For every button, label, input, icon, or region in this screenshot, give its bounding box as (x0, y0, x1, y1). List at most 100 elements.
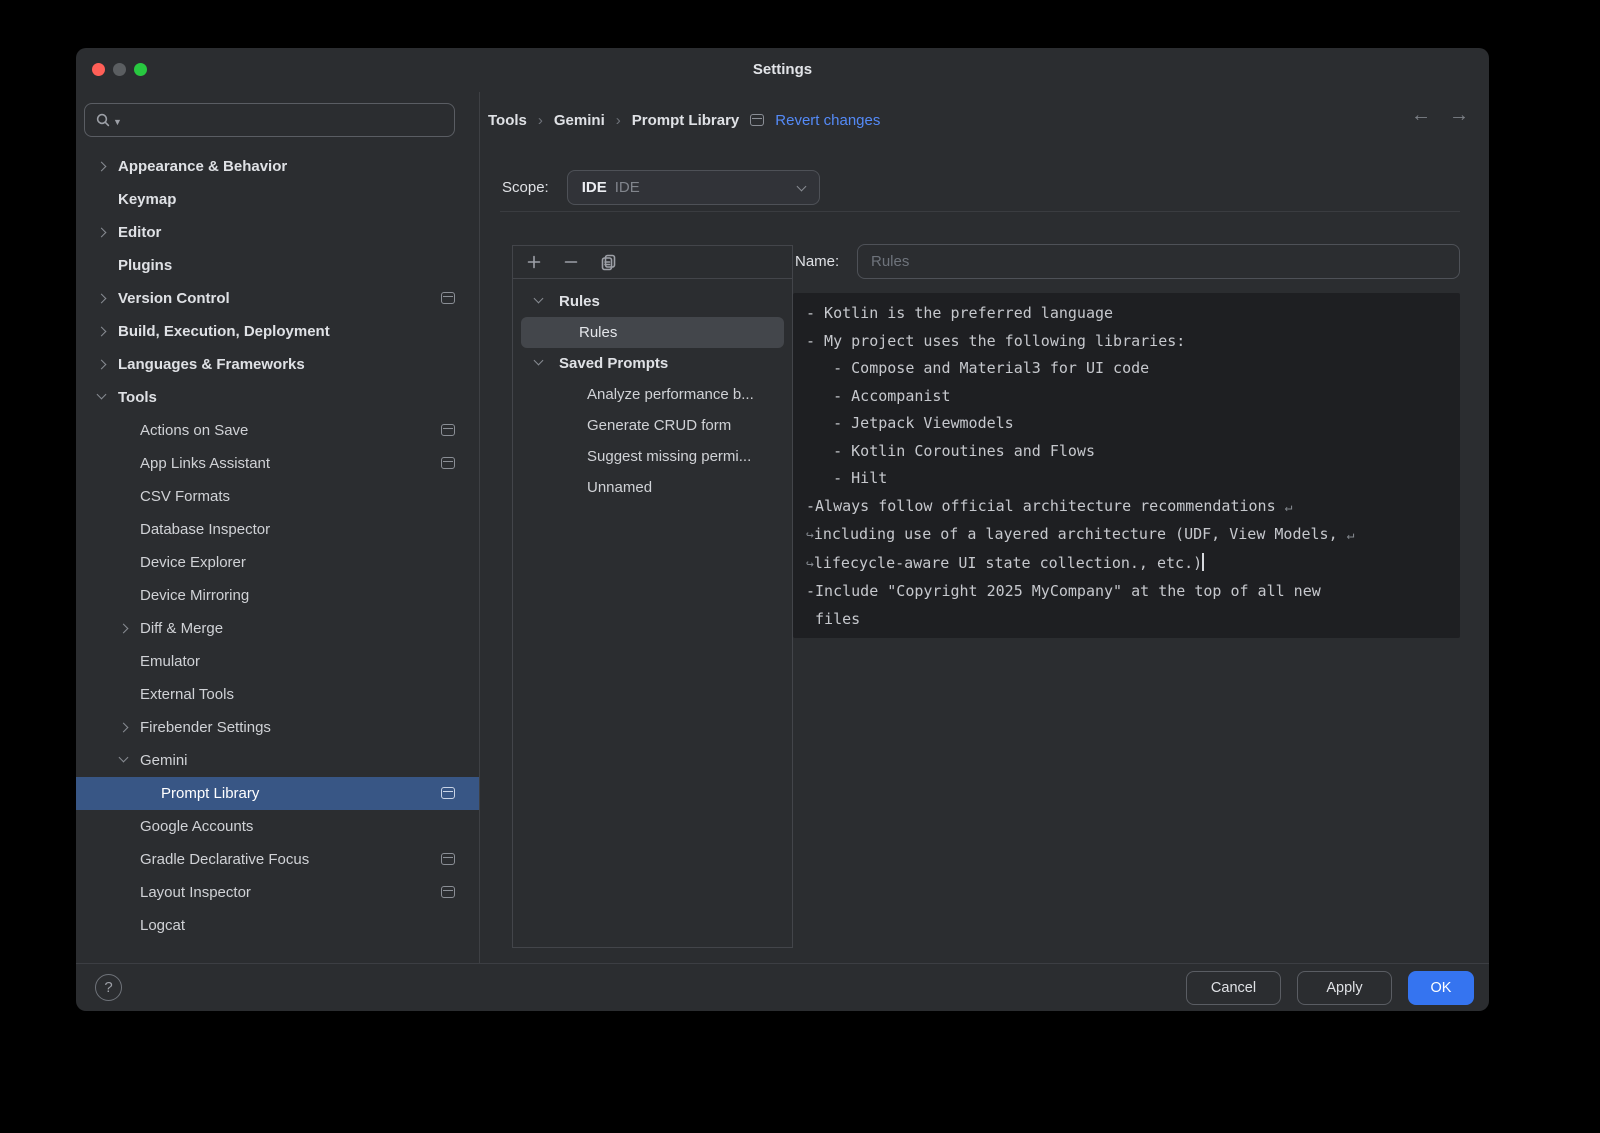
prompt-item-unnamed[interactable]: Unnamed (513, 472, 792, 503)
prompt-item-label: Analyze performance b... (587, 386, 754, 403)
sidebar-item-keymap[interactable]: Keymap (76, 183, 479, 216)
editor-line: - Compose and Material3 for UI code (806, 355, 1447, 383)
sidebar-item-build-execution-deployment[interactable]: Build, Execution, Deployment (76, 315, 479, 348)
breadcrumb-gemini[interactable]: Gemini (554, 112, 605, 129)
soft-wrap-icon: ↪ (806, 528, 814, 543)
soft-wrap-icon: ↵ (1285, 500, 1293, 515)
sidebar-divider (479, 92, 480, 963)
sidebar-item-device-explorer[interactable]: Device Explorer (76, 546, 479, 579)
editor-line: - My project uses the following librarie… (806, 328, 1447, 356)
sidebar-item-label: Languages & Frameworks (118, 356, 305, 373)
scope-dropdown[interactable]: IDE IDE (567, 170, 820, 205)
ok-button[interactable]: OK (1408, 971, 1474, 1005)
titlebar: Settings (76, 48, 1489, 92)
copy-icon (600, 254, 617, 271)
back-arrow-icon[interactable]: ← (1411, 104, 1431, 127)
group-label: Rules (559, 293, 600, 310)
search-field[interactable]: ▼ (84, 103, 455, 137)
minimize-button[interactable] (113, 63, 126, 76)
sidebar-item-label: CSV Formats (140, 488, 230, 505)
cancel-button[interactable]: Cancel (1186, 971, 1281, 1005)
sidebar-item-csv-formats[interactable]: CSV Formats (76, 480, 479, 513)
sidebar-item-label: Device Explorer (140, 554, 246, 571)
prompt-item-analyze-performance[interactable]: Analyze performance b... (513, 379, 792, 410)
prompt-item-rules[interactable]: Rules (521, 317, 784, 348)
prompt-item-label: Rules (579, 324, 617, 341)
editor-line: - Kotlin is the preferred language (806, 300, 1447, 328)
editor-line: - Accompanist (806, 383, 1447, 411)
sidebar-item-label: Emulator (140, 653, 200, 670)
editor-line: ↪including use of a layered architecture… (806, 521, 1447, 550)
sidebar-item-version-control[interactable]: Version Control (76, 282, 479, 315)
sidebar-item-logcat[interactable]: Logcat (76, 909, 479, 942)
breadcrumb: Tools › Gemini › Prompt Library Revert c… (488, 104, 880, 136)
apply-button[interactable]: Apply (1297, 971, 1392, 1005)
add-button[interactable] (526, 254, 542, 270)
forward-arrow-icon[interactable]: → (1449, 104, 1469, 127)
dialog-footer: ? Cancel Apply OK (76, 963, 1489, 1011)
sidebar-item-appearance-behavior[interactable]: Appearance & Behavior (76, 150, 479, 183)
sidebar-item-editor[interactable]: Editor (76, 216, 479, 249)
prompt-item-label: Generate CRUD form (587, 417, 731, 434)
editor-line: ↪lifecycle-aware UI state collection., e… (806, 550, 1447, 579)
editor-line: -Include "Copyright 2025 MyCompany" at t… (806, 578, 1447, 606)
prompt-item-suggest-missing-permissions[interactable]: Suggest missing permi... (513, 441, 792, 472)
sidebar-item-firebender-settings[interactable]: Firebender Settings (76, 711, 479, 744)
sidebar-item-label: Google Accounts (140, 818, 253, 835)
window-title: Settings (76, 48, 1489, 92)
editor-line: - Kotlin Coroutines and Flows (806, 438, 1447, 466)
sidebar-item-database-inspector[interactable]: Database Inspector (76, 513, 479, 546)
search-history-chevron-icon[interactable]: ▼ (113, 117, 122, 127)
search-input[interactable] (130, 112, 444, 129)
sidebar-item-device-mirroring[interactable]: Device Mirroring (76, 579, 479, 612)
sidebar-item-label: Gemini (140, 752, 188, 769)
sidebar-item-external-tools[interactable]: External Tools (76, 678, 479, 711)
editor-line: files (806, 606, 1447, 634)
sidebar-item-gemini[interactable]: Gemini (76, 744, 479, 777)
sidebar-item-app-links-assistant[interactable]: App Links Assistant (76, 447, 479, 480)
prompt-item-label: Suggest missing permi... (587, 448, 751, 465)
breadcrumb-tools[interactable]: Tools (488, 112, 527, 129)
sidebar-item-label: Gradle Declarative Focus (140, 851, 309, 868)
zoom-button[interactable] (134, 63, 147, 76)
chevron-down-icon (796, 181, 806, 191)
sidebar-item-google-accounts[interactable]: Google Accounts (76, 810, 479, 843)
prompt-group-saved-prompts[interactable]: Saved Prompts (513, 348, 792, 379)
close-button[interactable] (92, 63, 105, 76)
sidebar-item-label: Firebender Settings (140, 719, 271, 736)
remove-button[interactable] (563, 254, 579, 270)
prompt-item-label: Unnamed (587, 479, 652, 496)
prompt-group-rules[interactable]: Rules (513, 286, 792, 317)
sidebar-item-emulator[interactable]: Emulator (76, 645, 479, 678)
sidebar-item-prompt-library[interactable]: Prompt Library (76, 777, 479, 810)
sidebar-item-label: Logcat (140, 917, 185, 934)
sidebar-item-gradle-declarative-focus[interactable]: Gradle Declarative Focus (76, 843, 479, 876)
prompt-item-generate-crud-form[interactable]: Generate CRUD form (513, 410, 792, 441)
chevron-down-icon (119, 753, 129, 763)
chevron-down-icon (97, 390, 107, 400)
sidebar-item-tools[interactable]: Tools (76, 381, 479, 414)
prompt-text-editor[interactable]: - Kotlin is the preferred language - My … (793, 293, 1460, 638)
breadcrumb-prompt-library: Prompt Library (632, 112, 740, 129)
window-icon (441, 787, 455, 799)
settings-tree: Appearance & Behavior Keymap Editor Plug… (76, 150, 479, 942)
editor-line: - Hilt (806, 465, 1447, 493)
sidebar-item-label: Version Control (118, 290, 230, 307)
sidebar-item-languages-frameworks[interactable]: Languages & Frameworks (76, 348, 479, 381)
duplicate-button[interactable] (600, 254, 617, 271)
window-icon (441, 853, 455, 865)
name-input[interactable] (857, 244, 1460, 279)
sidebar-item-label: Layout Inspector (140, 884, 251, 901)
sidebar-item-label: Editor (118, 224, 161, 241)
sidebar-item-diff-merge[interactable]: Diff & Merge (76, 612, 479, 645)
question-icon: ? (104, 979, 112, 996)
editor-line: -Always follow official architecture rec… (806, 493, 1447, 522)
help-button[interactable]: ? (95, 974, 122, 1001)
soft-wrap-icon: ↪ (806, 557, 814, 572)
revert-changes-link[interactable]: Revert changes (775, 112, 880, 129)
sidebar-item-plugins[interactable]: Plugins (76, 249, 479, 282)
scope-label: Scope: (502, 179, 549, 196)
sidebar-item-actions-on-save[interactable]: Actions on Save (76, 414, 479, 447)
chevron-right-icon (97, 162, 107, 172)
sidebar-item-layout-inspector[interactable]: Layout Inspector (76, 876, 479, 909)
